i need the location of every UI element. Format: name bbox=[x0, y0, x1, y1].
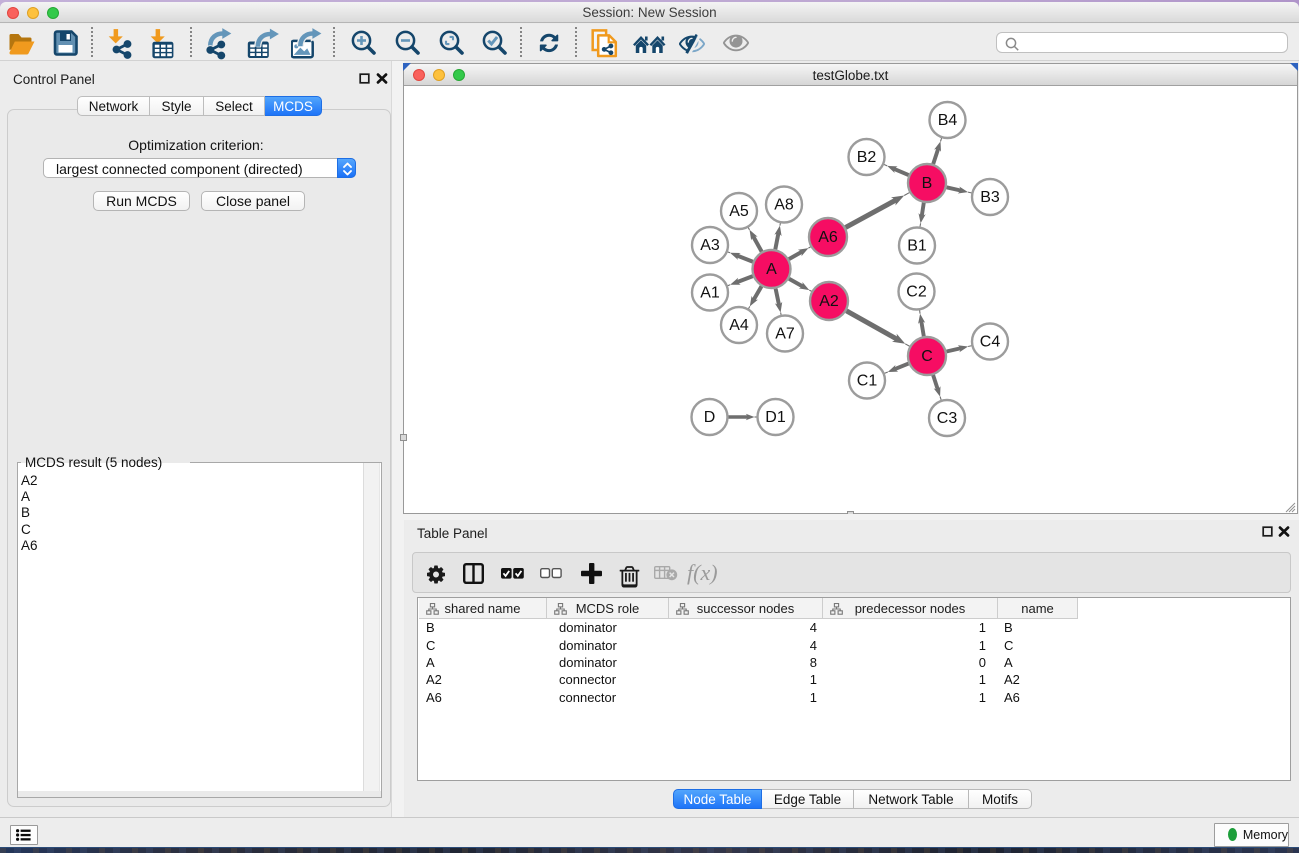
svg-text:A5: A5 bbox=[729, 203, 749, 220]
svg-text:D1: D1 bbox=[765, 409, 786, 426]
svg-text:A7: A7 bbox=[775, 326, 795, 343]
svg-text:A1: A1 bbox=[700, 285, 720, 302]
svg-text:C: C bbox=[921, 348, 933, 365]
svg-text:A6: A6 bbox=[818, 229, 838, 246]
svg-text:B4: B4 bbox=[938, 112, 958, 129]
svg-text:A: A bbox=[766, 261, 777, 278]
svg-text:C1: C1 bbox=[857, 373, 878, 390]
svg-text:B2: B2 bbox=[857, 149, 877, 166]
svg-text:C4: C4 bbox=[980, 334, 1001, 351]
svg-text:B3: B3 bbox=[980, 189, 1000, 206]
svg-text:D: D bbox=[704, 409, 716, 426]
svg-text:C2: C2 bbox=[906, 284, 927, 301]
svg-text:A8: A8 bbox=[774, 197, 794, 214]
svg-text:A3: A3 bbox=[700, 237, 720, 254]
svg-text:C3: C3 bbox=[937, 410, 958, 427]
svg-text:B: B bbox=[922, 175, 933, 192]
svg-text:B1: B1 bbox=[907, 238, 927, 255]
svg-text:A2: A2 bbox=[819, 293, 839, 310]
svg-text:A4: A4 bbox=[729, 317, 749, 334]
